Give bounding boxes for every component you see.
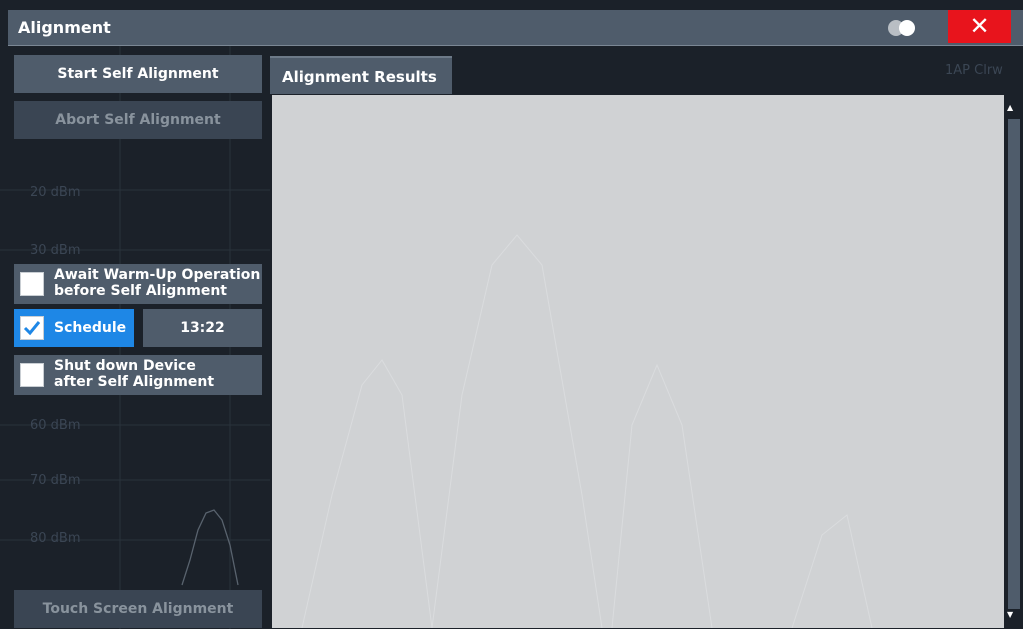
- shutdown-checkbox[interactable]: [20, 363, 44, 387]
- await-warmup-label: Await Warm-Up Operation before Self Alig…: [54, 267, 261, 299]
- shutdown-label: Shut down Device after Self Alignment: [54, 358, 215, 390]
- alignment-controls: Start Self Alignment Abort Self Alignmen…: [8, 46, 270, 629]
- results-scrollbar[interactable]: ▲ ▼: [1004, 95, 1023, 628]
- schedule-option[interactable]: Schedule: [14, 309, 134, 347]
- await-warmup-checkbox[interactable]: [20, 272, 44, 296]
- check-icon: [23, 321, 41, 336]
- abort-self-alignment-button[interactable]: Abort Self Alignment: [14, 101, 262, 139]
- results-ghost-trace: [301, 234, 873, 629]
- dialog-titlebar: Alignment ✕: [8, 10, 1023, 46]
- await-warmup-option[interactable]: Await Warm-Up Operation before Self Alig…: [14, 264, 262, 304]
- arrow-down-icon[interactable]: ▼: [1007, 610, 1013, 619]
- alignment-results-pane: [272, 95, 1004, 629]
- shutdown-option[interactable]: Shut down Device after Self Alignment: [14, 355, 262, 395]
- schedule-checkbox[interactable]: [20, 316, 44, 340]
- scroll-track[interactable]: [1008, 119, 1020, 609]
- close-button[interactable]: ✕: [948, 10, 1011, 43]
- tab-alignment-results[interactable]: Alignment Results: [270, 56, 452, 94]
- start-self-alignment-button[interactable]: Start Self Alignment: [14, 55, 262, 93]
- schedule-time-field[interactable]: 13:22: [143, 309, 262, 347]
- schedule-label: Schedule: [54, 320, 127, 336]
- arrow-up-icon[interactable]: ▲: [1007, 103, 1013, 112]
- theme-toggle-icon[interactable]: [888, 20, 920, 36]
- close-icon: ✕: [969, 12, 990, 40]
- results-tabbar: Alignment Results: [270, 56, 1023, 94]
- dialog-title: Alignment: [18, 18, 111, 37]
- touch-screen-alignment-button[interactable]: Touch Screen Alignment: [14, 590, 262, 628]
